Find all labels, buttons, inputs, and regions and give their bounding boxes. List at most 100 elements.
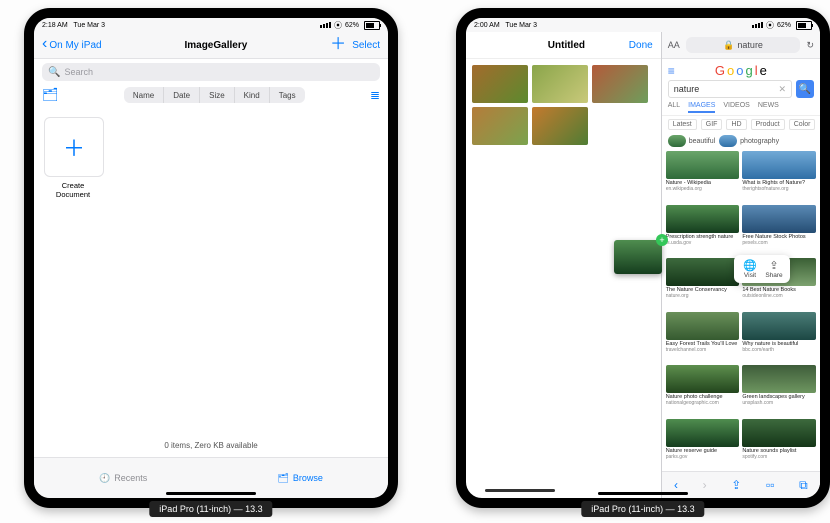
filter-chip[interactable]: Color bbox=[789, 119, 816, 130]
gallery-image[interactable] bbox=[532, 65, 588, 103]
result-image[interactable] bbox=[666, 419, 740, 447]
chip[interactable]: beautiful bbox=[668, 135, 715, 147]
menu-icon[interactable]: ≡ bbox=[668, 64, 675, 78]
google-nav-tabs: ALL IMAGES VIDEOS NEWS bbox=[662, 100, 820, 116]
result-item[interactable]: Easy Forest Trails You'll Lovetravelchan… bbox=[666, 312, 740, 363]
url-field[interactable]: 🔒 nature bbox=[686, 37, 801, 53]
text-size-button[interactable]: AA bbox=[668, 40, 680, 50]
document-title: Untitled bbox=[548, 40, 585, 51]
result-source: unsplash.com bbox=[742, 400, 816, 406]
result-item[interactable]: What is Rights of Nature?therightsofnatu… bbox=[742, 151, 816, 202]
result-item[interactable]: The Nature Conservancynature.org bbox=[666, 258, 740, 309]
bookmarks-icon[interactable]: ▫▫ bbox=[766, 478, 775, 492]
share-icon[interactable]: ⇪ bbox=[731, 478, 741, 492]
result-image[interactable] bbox=[666, 258, 740, 286]
new-folder-icon[interactable]: 🗂 bbox=[42, 87, 59, 103]
image-results[interactable]: Nature - Wikipediaen.wikipedia.orgWhat i… bbox=[662, 149, 820, 471]
tab-videos[interactable]: VIDEOS bbox=[723, 102, 749, 113]
url-text: nature bbox=[737, 40, 763, 50]
filter-chip[interactable]: GIF bbox=[701, 119, 723, 130]
lock-icon: 🔒 bbox=[723, 40, 734, 51]
google-search-input[interactable]: nature ✕ bbox=[668, 80, 792, 98]
power-button bbox=[390, 78, 394, 106]
chip[interactable]: photography bbox=[719, 135, 779, 147]
gallery-image[interactable] bbox=[592, 65, 648, 103]
result-image[interactable] bbox=[742, 419, 816, 447]
result-item[interactable]: Prescription strength naturefs.usda.gov bbox=[666, 205, 740, 256]
search-button[interactable]: 🔍 bbox=[796, 80, 814, 98]
status-bar: 2:18 AM Tue Mar 3 ⦿ 62% bbox=[34, 18, 388, 32]
select-button[interactable]: Select bbox=[352, 40, 380, 51]
battery-percent: 62% bbox=[345, 22, 359, 29]
search-value: nature bbox=[674, 84, 700, 94]
gallery-image[interactable] bbox=[472, 107, 528, 145]
ipad-right: 2:00 AM Tue Mar 3 ⦿ 62% Untitled Done bbox=[456, 8, 830, 508]
result-image[interactable] bbox=[666, 312, 740, 340]
result-item[interactable]: Nature sounds playlistspotify.com bbox=[742, 419, 816, 470]
back-icon[interactable]: ‹ bbox=[674, 478, 678, 492]
result-source: therightsofnature.org bbox=[742, 186, 816, 192]
wifi-icon: ⦿ bbox=[334, 20, 342, 31]
share-button[interactable]: ⇪Share bbox=[762, 259, 786, 279]
status-time: 2:18 AM bbox=[42, 22, 68, 29]
back-button[interactable]: On My iPad bbox=[42, 40, 102, 51]
filter-chip[interactable]: HD bbox=[726, 119, 746, 130]
status-date: Tue Mar 3 bbox=[73, 22, 105, 29]
tab-images[interactable]: IMAGES bbox=[688, 102, 715, 113]
search-icon: 🔍 bbox=[48, 67, 60, 78]
result-image[interactable] bbox=[742, 151, 816, 179]
result-image[interactable] bbox=[742, 205, 816, 233]
cellular-icon bbox=[752, 22, 763, 28]
filter-row: 🗂 Name Date Size Kind Tags ≣ bbox=[34, 85, 388, 107]
tabs-icon[interactable]: ⧉ bbox=[799, 478, 808, 493]
ipad-left: 2:18 AM Tue Mar 3 ⦿ 62% On My iPad Image… bbox=[24, 8, 398, 508]
gallery-image[interactable] bbox=[472, 65, 528, 103]
drag-preview-image[interactable] bbox=[614, 240, 662, 274]
result-item[interactable]: Green landscapes galleryunsplash.com bbox=[742, 365, 816, 416]
tab-recents[interactable]: 🕘 Recents bbox=[99, 473, 147, 484]
tab-all[interactable]: ALL bbox=[668, 102, 680, 113]
clear-icon[interactable]: ✕ bbox=[778, 84, 786, 95]
device-caption: iPad Pro (11-inch) — 13.3 bbox=[149, 501, 272, 517]
result-source: outsideonline.com bbox=[742, 293, 816, 299]
result-image[interactable] bbox=[666, 151, 740, 179]
documents-grid: ＋ Create Document bbox=[34, 107, 388, 209]
search-input[interactable]: 🔍 Search bbox=[42, 63, 380, 81]
result-image[interactable] bbox=[742, 312, 816, 340]
done-button[interactable]: Done bbox=[629, 40, 653, 51]
reload-icon[interactable]: ↻ bbox=[806, 40, 814, 51]
result-item[interactable]: Free Nature Stock Photospexels.com bbox=[742, 205, 816, 256]
filter-chip[interactable]: Product bbox=[751, 119, 785, 130]
filter-chip[interactable]: Latest bbox=[668, 119, 697, 130]
tab-news[interactable]: NEWS bbox=[758, 102, 779, 113]
sort-tags[interactable]: Tags bbox=[270, 87, 305, 103]
status-time: 2:00 AM bbox=[474, 22, 500, 29]
sort-date[interactable]: Date bbox=[164, 87, 200, 103]
sort-name[interactable]: Name bbox=[124, 87, 164, 103]
home-indicator[interactable] bbox=[485, 489, 555, 492]
result-item[interactable]: Nature photo challengenationalgeographic… bbox=[666, 365, 740, 416]
result-item[interactable]: Nature - Wikipediaen.wikipedia.org bbox=[666, 151, 740, 202]
view-toggle-icon[interactable]: ≣ bbox=[370, 88, 380, 102]
home-indicator[interactable] bbox=[598, 492, 688, 495]
visit-button[interactable]: 🌐Visit bbox=[738, 259, 762, 279]
sort-size[interactable]: Size bbox=[200, 87, 235, 103]
sort-kind[interactable]: Kind bbox=[235, 87, 270, 103]
result-source: pexels.com bbox=[742, 240, 816, 246]
result-image[interactable] bbox=[666, 205, 740, 233]
battery-icon bbox=[794, 21, 812, 30]
create-document-card[interactable]: ＋ Create Document bbox=[44, 117, 102, 199]
gallery-image[interactable] bbox=[532, 107, 588, 145]
result-source: spotify.com bbox=[742, 454, 816, 460]
home-indicator[interactable] bbox=[166, 492, 256, 495]
status-bar: 2:00 AM Tue Mar 3 ⦿ 62% bbox=[466, 18, 820, 32]
result-item[interactable]: Why nature is beautifulbbc.com/earth bbox=[742, 312, 816, 363]
sort-segmented[interactable]: Name Date Size Kind Tags bbox=[124, 87, 305, 103]
tab-browse[interactable]: 🗂 Browse bbox=[277, 473, 322, 484]
result-image[interactable] bbox=[742, 365, 816, 393]
result-item[interactable]: Nature reserve guideparks.gov bbox=[666, 419, 740, 470]
folder-title: ImageGallery bbox=[184, 40, 247, 51]
image-grid[interactable] bbox=[466, 59, 661, 151]
forward-icon: › bbox=[703, 478, 707, 492]
result-image[interactable] bbox=[666, 365, 740, 393]
